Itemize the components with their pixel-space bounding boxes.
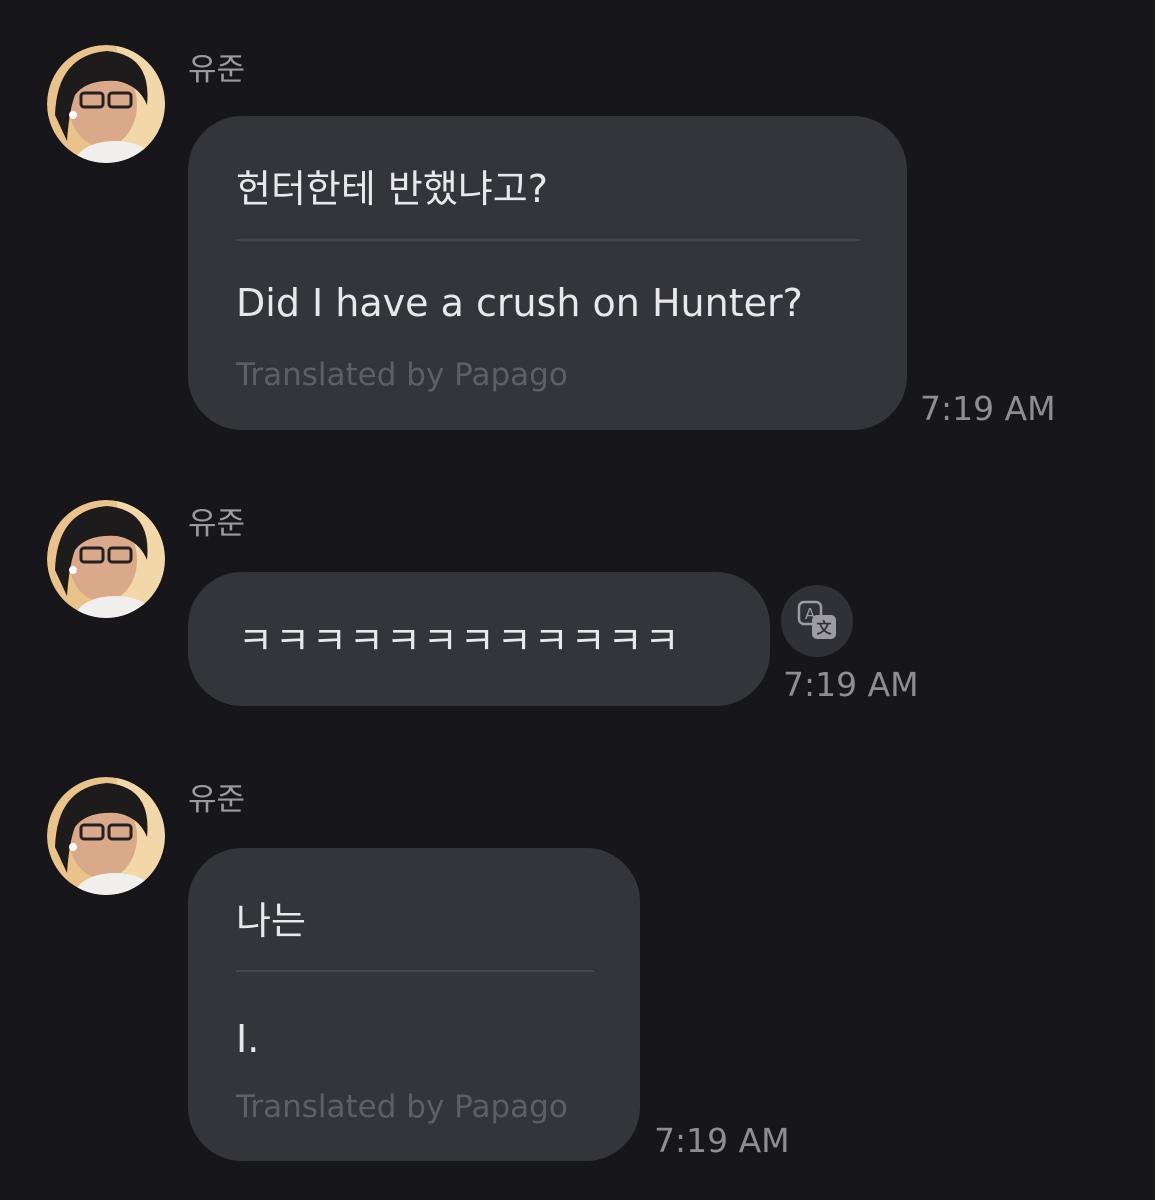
svg-text:文: 文 [816,619,832,637]
translate-button[interactable]: A 文 [781,585,853,657]
translation-divider [236,239,860,241]
message-translated-text: I. [236,1017,260,1061]
sender-avatar[interactable] [47,500,165,618]
sender-name: 유준 [188,506,246,542]
sender-name: 유준 [188,782,246,818]
message-timestamp: 7:19 AM [920,389,1056,428]
translation-divider [236,970,594,972]
message-bubble[interactable]: 헌터한테 반했냐고? Did I have a crush on Hunter?… [188,116,907,430]
sender-avatar[interactable] [47,45,165,163]
sender-avatar[interactable] [47,777,165,895]
translation-credit: Translated by Papago [236,357,568,393]
message-original-text: 나는 [236,899,306,943]
sender-name: 유준 [188,52,246,88]
translation-credit: Translated by Papago [236,1089,568,1125]
message-translated-text: Did I have a crush on Hunter? [236,281,803,325]
message-timestamp: 7:19 AM [783,665,919,704]
message-timestamp: 7:19 AM [654,1121,790,1160]
message-original-text: 헌터한테 반했냐고? [236,167,548,211]
message-original-text: ㅋㅋㅋㅋㅋㅋㅋㅋㅋㅋㅋㅋ [238,619,682,663]
message-bubble[interactable]: ㅋㅋㅋㅋㅋㅋㅋㅋㅋㅋㅋㅋ [188,572,770,706]
message-bubble[interactable]: 나는 I. Translated by Papago [188,848,640,1161]
translate-icon: A 文 [797,600,836,639]
